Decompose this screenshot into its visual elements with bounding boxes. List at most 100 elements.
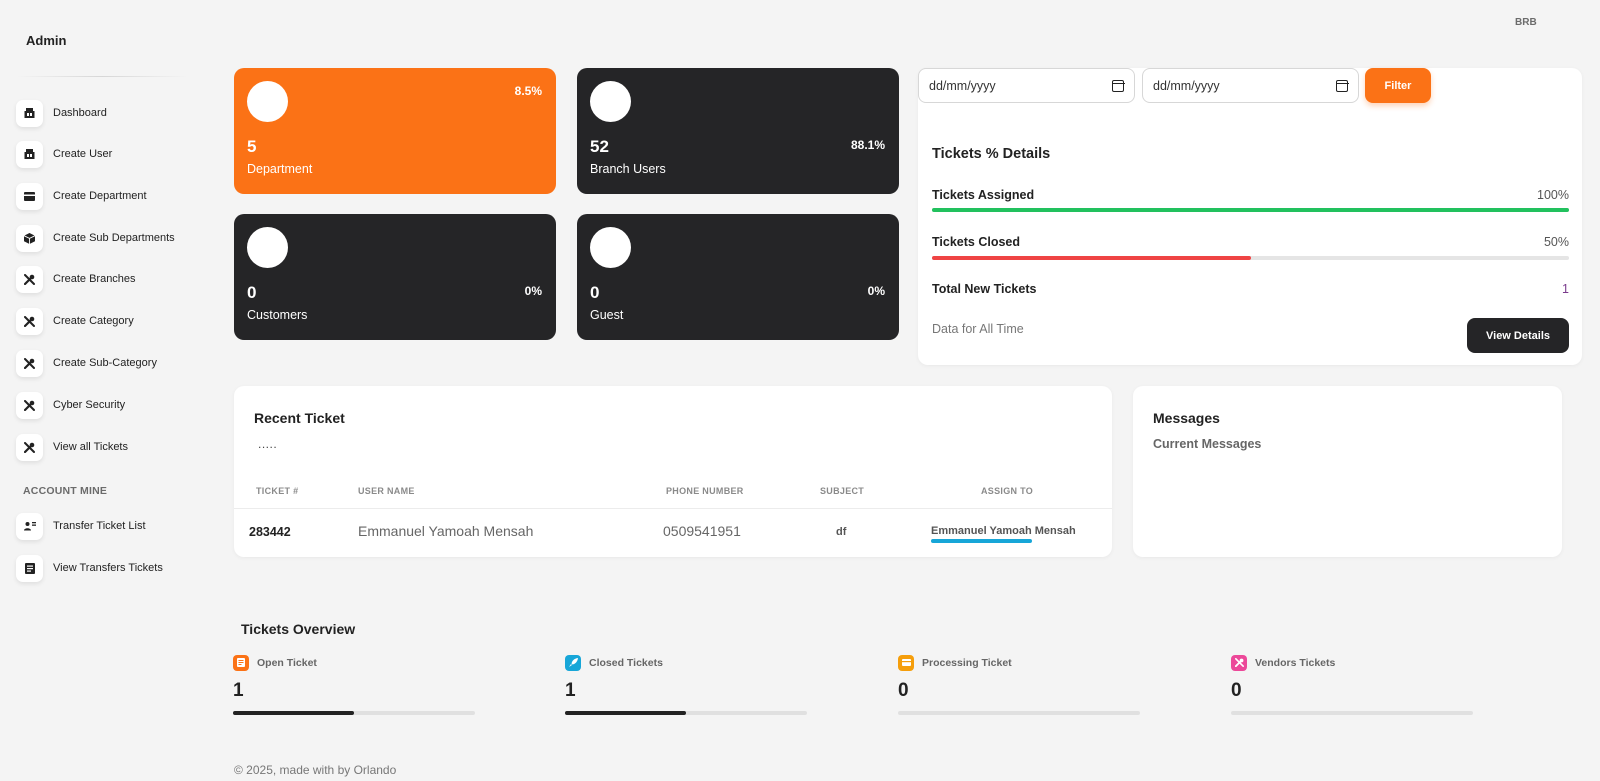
- overview-value: 0: [1231, 680, 1242, 701]
- user-label[interactable]: BRB: [1515, 17, 1537, 28]
- tools-icon: [16, 265, 43, 293]
- sidebar: Admin Dashboard Create User Create Depar…: [0, 0, 200, 781]
- overview-progress-fill: [233, 711, 354, 715]
- overview-vendors-tickets[interactable]: Vendors Tickets 0: [1231, 654, 1473, 715]
- sidebar-item-cyber-security[interactable]: Cyber Security: [16, 391, 125, 419]
- overview-processing-ticket[interactable]: Processing Ticket 0: [898, 654, 1140, 715]
- sidebar-item-transfer-ticket-list[interactable]: Transfer Ticket List: [16, 512, 146, 540]
- overview-label: Closed Tickets: [589, 656, 663, 669]
- data-range-note: Data for All Time: [932, 322, 1024, 336]
- sidebar-item-label: Create Branches: [53, 273, 136, 285]
- document-icon: [16, 554, 43, 582]
- filter-button[interactable]: Filter: [1365, 68, 1431, 103]
- credit-card-icon: [16, 182, 43, 210]
- sidebar-item-label: Create User: [53, 148, 113, 160]
- stat-card-department[interactable]: 8.5% 5 Department: [234, 68, 556, 194]
- footer-text: © 2025, made with by Orlando: [234, 763, 397, 777]
- stat-card-branch-users[interactable]: 88.1% 52 Branch Users: [577, 68, 899, 194]
- sidebar-item-label: Create Department: [53, 190, 147, 202]
- user-transfer-icon: [16, 512, 43, 540]
- overview-label: Processing Ticket: [922, 656, 1012, 669]
- stat-avatar-circle: [247, 227, 288, 268]
- column-header-assign-to: ASSIGN TO: [981, 486, 1034, 496]
- messages-subtitle: Current Messages: [1153, 437, 1262, 451]
- box-icon: [16, 224, 43, 252]
- stat-avatar-circle: [247, 81, 288, 122]
- tickets-closed-progress-fill: [932, 256, 1251, 260]
- stat-percent: 0%: [524, 284, 542, 298]
- brand-title[interactable]: Admin: [26, 33, 66, 48]
- date-placeholder: dd/mm/yyyy: [929, 78, 996, 93]
- shop-icon: [16, 140, 43, 168]
- sidebar-item-label: Create Category: [53, 315, 134, 327]
- sidebar-item-label: Create Sub Departments: [53, 232, 175, 244]
- tickets-assigned-progress-fill: [932, 208, 1569, 212]
- overview-label: Open Ticket: [257, 656, 317, 669]
- assign-indicator-bar: [931, 539, 1032, 543]
- tickets-closed-progress: [932, 256, 1569, 260]
- stat-avatar-circle: [590, 227, 631, 268]
- sidebar-item-label: Dashboard: [53, 107, 107, 119]
- tools-icon: [16, 433, 43, 461]
- tools-icon: [16, 307, 43, 335]
- sidebar-item-create-department[interactable]: Create Department: [16, 182, 147, 210]
- ticket-number: 283442: [249, 525, 291, 539]
- stat-avatar-circle: [590, 81, 631, 122]
- start-date-input[interactable]: dd/mm/yyyy: [918, 68, 1135, 103]
- stat-label: Guest: [590, 308, 624, 322]
- messages-title: Messages: [1153, 410, 1220, 426]
- sidebar-item-create-category[interactable]: Create Category: [16, 307, 134, 335]
- column-header-ticket: TICKET #: [256, 486, 299, 496]
- tickets-assigned-progress: [932, 208, 1569, 212]
- total-new-tickets-value: 1: [1562, 282, 1569, 296]
- tools-icon: [16, 391, 43, 419]
- sidebar-item-view-transfers-tickets[interactable]: View Transfers Tickets: [16, 554, 163, 582]
- sidebar-item-dashboard[interactable]: Dashboard: [16, 99, 107, 127]
- ticket-phone: 0509541951: [663, 523, 741, 539]
- overview-progress: [1231, 711, 1473, 715]
- tickets-assigned-label: Tickets Assigned: [932, 188, 1035, 202]
- recent-ticket-title: Recent Ticket: [254, 410, 345, 426]
- rocket-icon: [565, 654, 581, 671]
- recent-ticket-subtitle: .....: [258, 437, 278, 451]
- stat-percent: 8.5%: [514, 84, 542, 98]
- sidebar-item-create-sub-category[interactable]: Create Sub-Category: [16, 349, 157, 377]
- sidebar-item-label: View all Tickets: [53, 441, 128, 453]
- stat-card-customers[interactable]: 0% 0 Customers: [234, 214, 556, 340]
- ticket-subject: df: [836, 526, 847, 538]
- section-label-account: ACCOUNT MINE: [23, 485, 108, 497]
- total-new-tickets-label: Total New Tickets: [932, 282, 1037, 296]
- sidebar-item-view-all-tickets[interactable]: View all Tickets: [16, 433, 128, 461]
- view-details-button[interactable]: View Details: [1467, 318, 1569, 353]
- sidebar-item-create-user[interactable]: Create User: [16, 140, 112, 168]
- overview-progress: [898, 711, 1140, 715]
- ticket-assign-to: Emmanuel Yamoah Mensah: [931, 525, 1076, 537]
- overview-open-ticket[interactable]: Open Ticket 1: [233, 654, 475, 715]
- column-header-user-name: USER NAME: [358, 486, 415, 496]
- tickets-percent-title: Tickets % Details: [932, 146, 1051, 162]
- sidebar-item-create-sub-departments[interactable]: Create Sub Departments: [16, 224, 175, 252]
- end-date-input[interactable]: dd/mm/yyyy: [1142, 68, 1359, 103]
- tools-icon: [1231, 654, 1247, 671]
- stat-value: 0: [590, 283, 600, 302]
- stat-label: Branch Users: [590, 162, 666, 176]
- sidebar-item-label: Cyber Security: [53, 399, 126, 411]
- overview-progress: [565, 711, 807, 715]
- overview-value: 1: [233, 680, 244, 701]
- stat-percent: 0%: [867, 284, 885, 298]
- shop-icon: [16, 99, 43, 127]
- overview-closed-tickets[interactable]: Closed Tickets 1: [565, 654, 807, 715]
- stat-value: 5: [247, 137, 257, 156]
- stat-card-guest[interactable]: 0% 0 Guest: [577, 214, 899, 340]
- calendar-icon[interactable]: [1111, 79, 1125, 92]
- tickets-overview-title: Tickets Overview: [241, 621, 356, 637]
- table-header-divider: [234, 508, 1112, 509]
- stat-label: Customers: [247, 308, 308, 322]
- calendar-icon[interactable]: [1335, 79, 1349, 92]
- date-placeholder: dd/mm/yyyy: [1153, 78, 1220, 93]
- tools-icon: [16, 349, 43, 377]
- column-header-subject: SUBJECT: [820, 486, 865, 496]
- tickets-closed-value: 50%: [1543, 235, 1569, 249]
- overview-progress: [233, 711, 475, 715]
- sidebar-item-create-branches[interactable]: Create Branches: [16, 265, 136, 293]
